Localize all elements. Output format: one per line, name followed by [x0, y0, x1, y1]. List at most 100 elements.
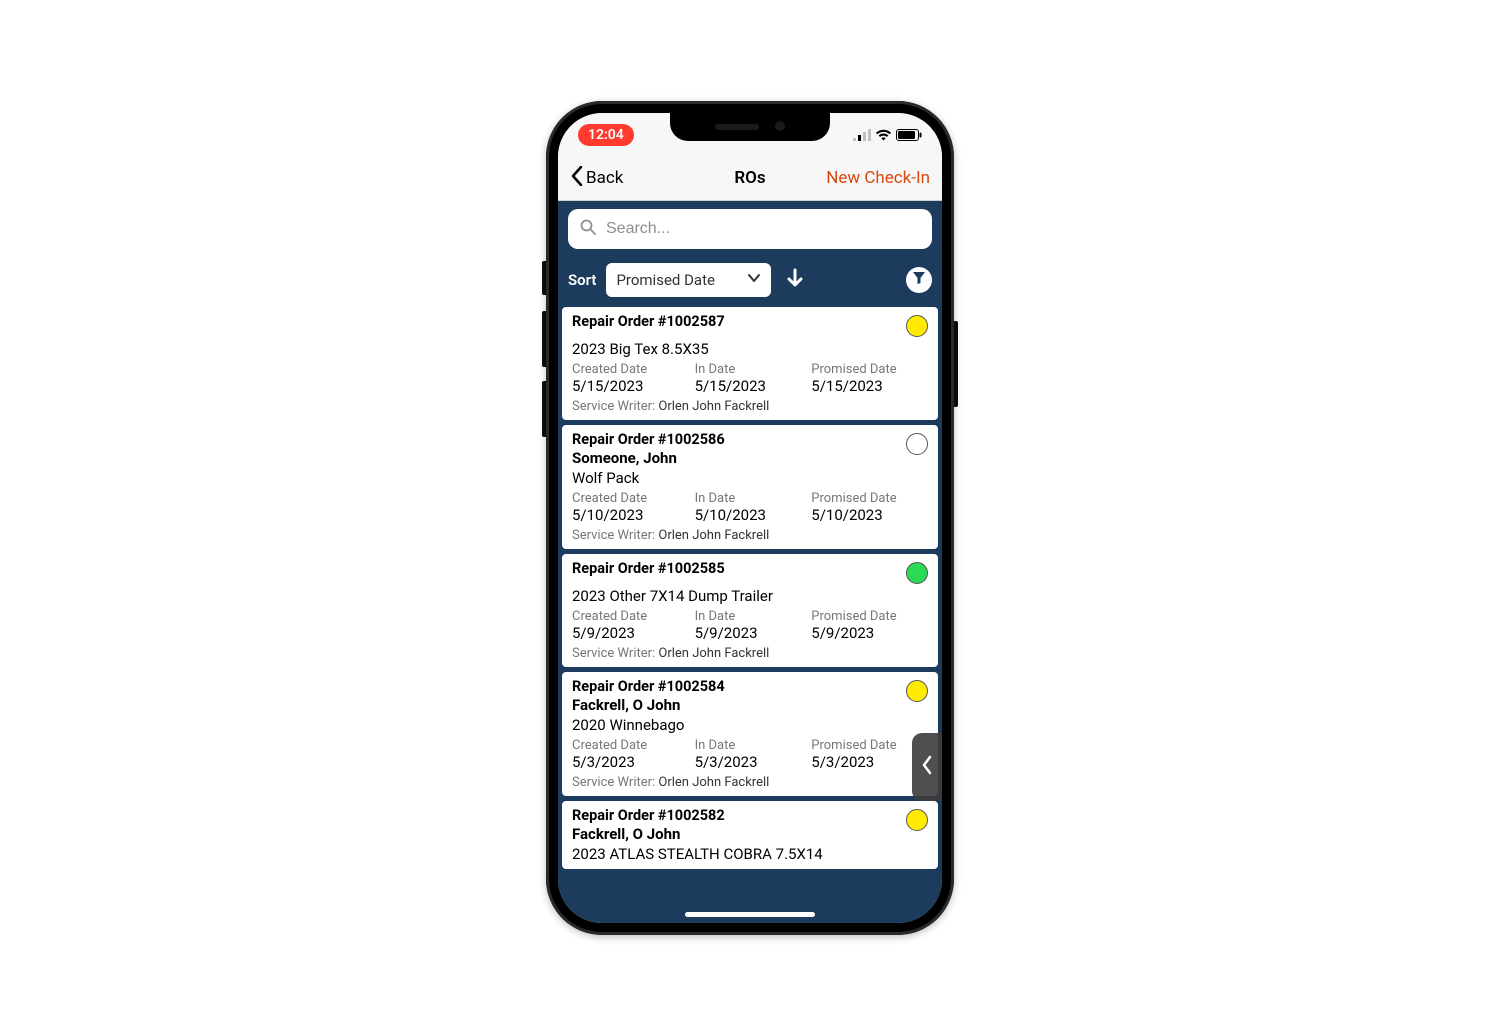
- phone-notch: [670, 113, 830, 141]
- sort-dropdown[interactable]: Promised Date: [606, 263, 771, 297]
- phone-volume-up: [542, 311, 546, 367]
- nav-bar: Back ROs New Check-In: [558, 157, 942, 201]
- status-dot: [906, 809, 928, 831]
- date-label: Promised Date: [811, 491, 928, 506]
- phone-power-button: [954, 321, 958, 407]
- drawer-handle[interactable]: [912, 733, 942, 801]
- service-writer-value: Orlen John Fackrell: [658, 399, 769, 414]
- ro-dates-row: Created Date5/9/2023In Date5/9/2023Promi…: [572, 609, 928, 642]
- date-col-promised: Promised Date5/3/2023: [811, 738, 928, 771]
- ro-customer: Someone, John: [572, 449, 928, 467]
- search-area: [558, 201, 942, 257]
- ro-customer: Fackrell, O John: [572, 696, 928, 714]
- service-writer-value: Orlen John Fackrell: [658, 646, 769, 661]
- ro-title: Repair Order #1002587: [572, 313, 928, 330]
- search-input[interactable]: [606, 220, 920, 238]
- date-col-promised: Promised Date5/15/2023: [811, 362, 928, 395]
- status-dot: [906, 562, 928, 584]
- page-title: ROs: [734, 168, 765, 188]
- ro-title: Repair Order #1002585: [572, 560, 928, 577]
- ro-vehicle: 2023 Other 7X14 Dump Trailer: [572, 587, 928, 605]
- date-label: Promised Date: [811, 738, 928, 753]
- repair-order-list[interactable]: Repair Order #1002587 2023 Big Tex 8.5X35…: [558, 307, 942, 923]
- search-box[interactable]: [568, 209, 932, 249]
- ro-vehicle: 2023 Big Tex 8.5X35: [572, 340, 928, 358]
- date-label: In Date: [695, 491, 812, 506]
- ro-vehicle: 2020 Winnebago: [572, 716, 928, 734]
- ro-customer: Fackrell, O John: [572, 825, 928, 843]
- date-label: Created Date: [572, 738, 695, 753]
- service-writer-label: Service Writer:: [572, 646, 658, 661]
- status-time-pill[interactable]: 12:04: [578, 124, 634, 146]
- date-col-created: Created Date5/15/2023: [572, 362, 695, 395]
- date-value: 5/9/2023: [695, 624, 812, 642]
- service-writer-row: Service Writer: Orlen John Fackrell: [572, 775, 928, 790]
- date-col-in: In Date5/9/2023: [695, 609, 812, 642]
- date-value: 5/3/2023: [695, 753, 812, 771]
- new-check-in-button[interactable]: New Check-In: [826, 168, 930, 188]
- date-value: 5/10/2023: [811, 506, 928, 524]
- service-writer-value: Orlen John Fackrell: [658, 775, 769, 790]
- chevron-left-icon: [921, 755, 933, 779]
- search-icon: [580, 219, 596, 239]
- phone-mute-switch: [542, 261, 546, 295]
- repair-order-card[interactable]: Repair Order #1002582Fackrell, O John202…: [562, 801, 938, 869]
- chevron-left-icon: [570, 166, 584, 191]
- sort-direction-button[interactable]: [781, 266, 809, 294]
- status-time: 12:04: [588, 127, 624, 143]
- arrow-down-icon: [784, 267, 806, 293]
- date-value: 5/9/2023: [811, 624, 928, 642]
- service-writer-row: Service Writer: Orlen John Fackrell: [572, 399, 928, 414]
- date-label: Promised Date: [811, 362, 928, 377]
- date-col-in: In Date5/15/2023: [695, 362, 812, 395]
- date-label: Created Date: [572, 362, 695, 377]
- date-col-created: Created Date5/3/2023: [572, 738, 695, 771]
- repair-order-card[interactable]: Repair Order #1002587 2023 Big Tex 8.5X35…: [562, 307, 938, 420]
- date-col-promised: Promised Date5/10/2023: [811, 491, 928, 524]
- ro-vehicle: Wolf Pack: [572, 469, 928, 487]
- date-label: Created Date: [572, 491, 695, 506]
- repair-order-card[interactable]: Repair Order #1002585 2023 Other 7X14 Dum…: [562, 554, 938, 667]
- sort-selected-value: Promised Date: [616, 271, 715, 289]
- service-writer-row: Service Writer: Orlen John Fackrell: [572, 646, 928, 661]
- date-value: 5/3/2023: [572, 753, 695, 771]
- repair-order-card[interactable]: Repair Order #1002586Someone, John Wolf P…: [562, 425, 938, 549]
- status-dot: [906, 680, 928, 702]
- service-writer-label: Service Writer:: [572, 775, 658, 790]
- ro-dates-row: Created Date5/10/2023In Date5/10/2023Pro…: [572, 491, 928, 524]
- sort-bar: Sort Promised Date: [558, 257, 942, 307]
- sort-label: Sort: [568, 271, 596, 289]
- ro-vehicle: 2023 ATLAS STEALTH COBRA 7.5X14: [572, 845, 928, 863]
- status-icons: [853, 129, 922, 141]
- date-col-created: Created Date5/10/2023: [572, 491, 695, 524]
- filter-button[interactable]: [906, 267, 932, 293]
- date-value: 5/15/2023: [811, 377, 928, 395]
- date-col-in: In Date5/3/2023: [695, 738, 812, 771]
- date-label: Promised Date: [811, 609, 928, 624]
- back-button[interactable]: Back: [570, 166, 623, 191]
- repair-order-card[interactable]: Repair Order #1002584Fackrell, O John 202…: [562, 672, 938, 796]
- chevron-down-icon: [747, 271, 761, 289]
- service-writer-label: Service Writer:: [572, 399, 658, 414]
- date-value: 5/10/2023: [572, 506, 695, 524]
- ro-title: Repair Order #1002586: [572, 431, 928, 448]
- phone-screen: 12:04 Back ROs: [558, 113, 942, 923]
- funnel-icon: [912, 270, 926, 289]
- date-col-in: In Date5/10/2023: [695, 491, 812, 524]
- date-label: In Date: [695, 362, 812, 377]
- home-indicator[interactable]: [685, 912, 815, 917]
- cellular-signal-icon: [853, 129, 871, 141]
- battery-icon: [896, 129, 922, 141]
- ro-dates-row: Created Date5/3/2023In Date5/3/2023Promi…: [572, 738, 928, 771]
- date-label: In Date: [695, 738, 812, 753]
- service-writer-label: Service Writer:: [572, 528, 658, 543]
- date-col-created: Created Date5/9/2023: [572, 609, 695, 642]
- status-dot: [906, 315, 928, 337]
- ro-title: Repair Order #1002584: [572, 678, 928, 695]
- wifi-icon: [875, 129, 892, 141]
- phone-frame: 12:04 Back ROs: [546, 101, 954, 935]
- date-value: 5/10/2023: [695, 506, 812, 524]
- date-label: In Date: [695, 609, 812, 624]
- ro-dates-row: Created Date5/15/2023In Date5/15/2023Pro…: [572, 362, 928, 395]
- date-value: 5/3/2023: [811, 753, 928, 771]
